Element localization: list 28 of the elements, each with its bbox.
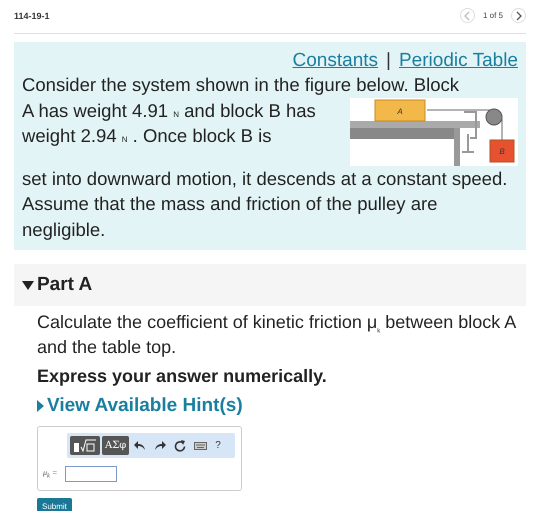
- question-text: Calculate the coefficient of kinetic friction μ$_{k}$ between block A and the table top.: [37, 311, 517, 359]
- answer-input[interactable]: [65, 466, 118, 482]
- part-a-header[interactable]: Part A: [14, 264, 526, 306]
- keyboard-icon: [194, 442, 208, 450]
- pulley-system-drawing: A B: [350, 98, 518, 166]
- chevron-left-icon: [463, 10, 472, 20]
- undo-icon: [134, 440, 146, 450]
- symbols-button[interactable]: ΑΣφ: [102, 436, 130, 455]
- radical-template-icon: [73, 438, 97, 452]
- redo-icon: [154, 440, 166, 450]
- problem-text: set into downward motion, it descends at a constant speed. Assume that the mass and friction of the pulley are negligible.: [22, 166, 508, 242]
- reset-icon: [174, 440, 186, 452]
- hints-link[interactable]: View Available Hint(s): [37, 395, 522, 417]
- problem-text: Consider the system shown in the figure below. Block: [22, 73, 460, 97]
- problem-id: 114-19-1: [14, 10, 50, 20]
- periodic-table-link[interactable]: Periodic Table: [398, 50, 518, 72]
- constants-link[interactable]: Constants: [292, 50, 378, 72]
- answer-label: μ$_{k}$ =: [43, 468, 58, 480]
- triangle-icon: [37, 400, 44, 412]
- link-separator: |: [386, 50, 391, 72]
- submit-button[interactable]: Submit: [37, 498, 72, 511]
- page-counter: 1 of 5: [482, 11, 503, 20]
- chevron-right-icon: [514, 10, 522, 20]
- template-button[interactable]: [70, 436, 100, 455]
- instruction-text: Express your answer numerically.: [37, 366, 328, 387]
- next-button[interactable]: [511, 8, 526, 23]
- triangle-icon: [22, 280, 34, 290]
- help-button[interactable]: ?: [212, 436, 224, 455]
